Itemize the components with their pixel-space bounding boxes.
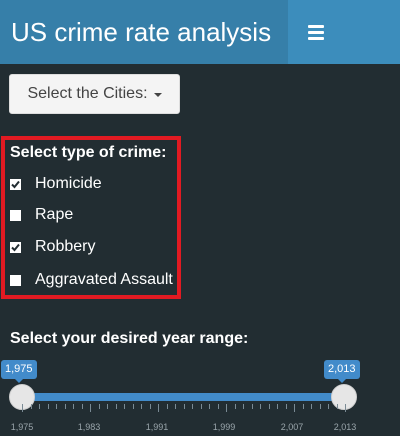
- minor-tick: [277, 404, 278, 409]
- checkbox-option-aggravated-assault[interactable]: Aggravated Assault: [10, 269, 173, 291]
- major-tick: [226, 404, 227, 412]
- minor-tick: [141, 404, 142, 409]
- minor-tick: [200, 404, 202, 409]
- checkbox-label: Rape: [35, 206, 74, 223]
- minor-tick: [217, 404, 219, 409]
- minor-tick: [209, 404, 210, 409]
- tick-label: 1,991: [145, 422, 169, 432]
- tick-label: 1,975: [10, 422, 34, 432]
- minor-tick: [64, 404, 66, 409]
- checkbox-unchecked[interactable]: [10, 274, 21, 286]
- minor-tick: [336, 404, 338, 409]
- minor-tick: [175, 404, 176, 409]
- minor-tick: [81, 404, 83, 409]
- minor-tick: [328, 404, 329, 409]
- hamburger-icon: [308, 24, 324, 40]
- minor-tick: [73, 404, 74, 409]
- checkbox-checked[interactable]: [10, 178, 21, 190]
- range-to-badge: 2,013: [324, 360, 360, 383]
- minor-tick: [56, 404, 57, 409]
- major-tick: [158, 404, 159, 412]
- minor-tick: [166, 404, 168, 409]
- checkbox-option-homicide[interactable]: Homicide: [10, 173, 102, 195]
- minor-tick: [251, 404, 253, 409]
- minor-tick: [285, 404, 287, 409]
- range-handle-to[interactable]: [331, 384, 357, 410]
- minor-tick: [234, 404, 236, 409]
- range-from-badge: 1,975: [1, 360, 37, 383]
- minor-tick: [47, 404, 49, 409]
- minor-tick: [192, 404, 193, 409]
- minor-tick: [30, 404, 32, 409]
- checkmark-icon: [11, 180, 20, 188]
- tick-label: 1,999: [212, 422, 236, 432]
- caret-down-icon: [153, 93, 162, 97]
- year-range-bar[interactable]: [22, 393, 345, 401]
- checkbox-label: Robbery: [35, 238, 96, 255]
- minor-tick: [302, 404, 304, 409]
- checkbox-option-rape[interactable]: Rape: [10, 204, 73, 226]
- checkbox-label: Aggravated Assault: [35, 271, 173, 288]
- sidebar-toggle-button[interactable]: [288, 0, 344, 64]
- minor-tick: [124, 404, 125, 409]
- checkbox-unchecked[interactable]: [10, 209, 21, 221]
- app-title[interactable]: US crime rate analysis: [0, 0, 288, 64]
- tick-label: 2,007: [280, 422, 304, 432]
- major-tick: [90, 404, 91, 412]
- select-cities-dropdown[interactable]: Select the Cities:: [9, 74, 180, 114]
- minor-tick: [183, 404, 185, 409]
- minor-tick: [311, 404, 312, 409]
- minor-tick: [39, 404, 40, 409]
- select-cities-label: Select the Cities:: [27, 85, 148, 102]
- checkmark-icon: [11, 243, 20, 251]
- minor-tick: [319, 404, 321, 409]
- major-tick: [22, 404, 23, 412]
- tick-label: 2,013: [333, 422, 357, 432]
- checkbox-label: Homicide: [35, 175, 102, 192]
- tick-label: 1,983: [77, 422, 101, 432]
- minor-tick: [115, 404, 117, 409]
- app-header: US crime rate analysis: [0, 0, 400, 64]
- major-tick: [294, 404, 295, 412]
- minor-tick: [149, 404, 151, 409]
- minor-tick: [132, 404, 134, 409]
- minor-tick: [268, 404, 270, 409]
- minor-tick: [260, 404, 261, 409]
- minor-tick: [107, 404, 108, 409]
- top-navbar: [288, 0, 400, 64]
- year-range-title: Select your desired year range:: [10, 330, 249, 347]
- major-tick: [345, 404, 346, 412]
- checkbox-option-robbery[interactable]: Robbery: [10, 236, 95, 258]
- minor-tick: [98, 404, 100, 409]
- checkbox-checked[interactable]: [10, 241, 21, 253]
- crime-filter-title: Select type of crime:: [10, 144, 167, 161]
- minor-tick: [243, 404, 244, 409]
